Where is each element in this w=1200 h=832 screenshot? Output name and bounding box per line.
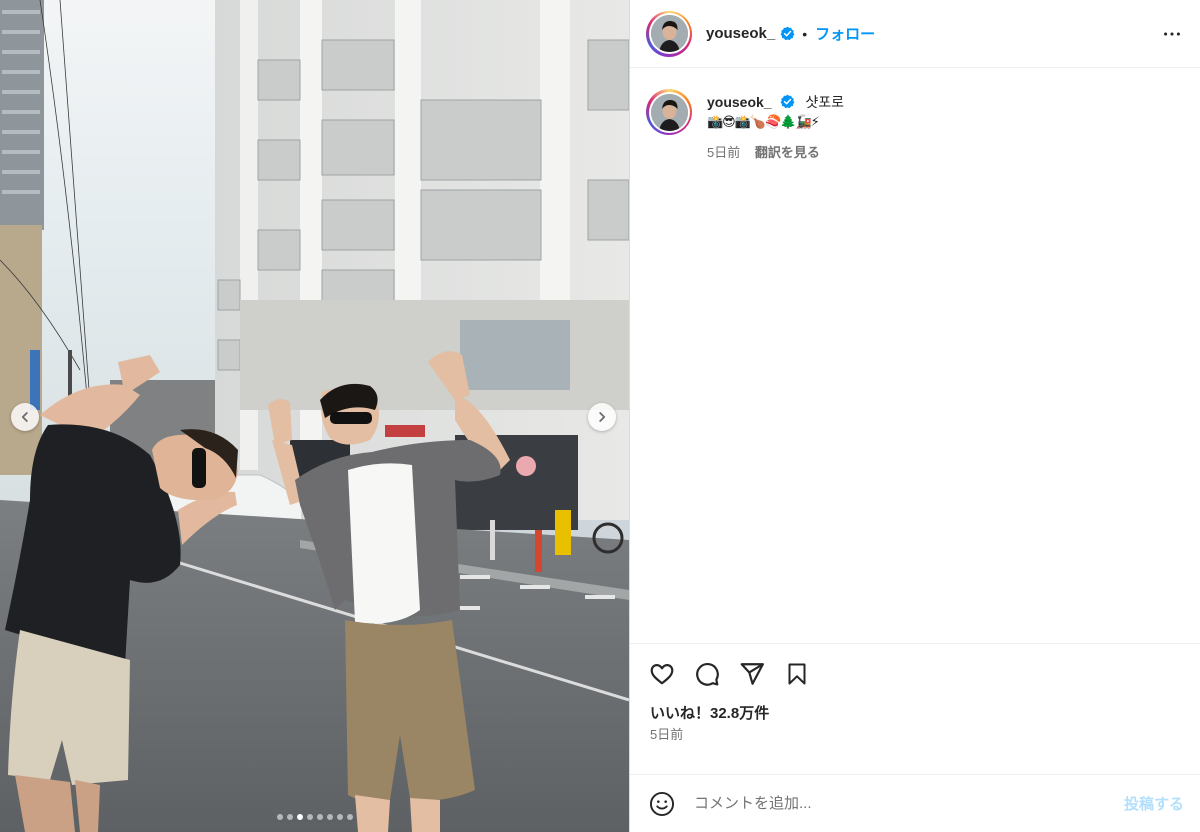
caption-time: 5日前: [707, 145, 741, 160]
caption-avatar[interactable]: [646, 89, 692, 135]
post-caption: youseok_ 샷포로 📸😎📸🍗🍣🌲🚂⚡ 5日前 翻訳を見る: [630, 68, 1200, 643]
verified-icon: [780, 26, 795, 41]
comment-bar: 投稿する: [630, 774, 1200, 832]
comment-button[interactable]: [693, 660, 721, 688]
post-date: 5日前: [650, 727, 684, 742]
post-comment-button[interactable]: 投稿する: [1124, 793, 1184, 814]
carousel-dot: [286, 814, 293, 820]
comment-icon: [696, 662, 719, 686]
avatar[interactable]: [646, 10, 692, 57]
share-icon: [740, 662, 764, 685]
bookmark-icon: [788, 663, 806, 684]
avatar-image: [650, 15, 688, 52]
post-sidebar: youseok_ • フォロー youseok_ 샷포로 📸😎📸🍗🍣🌲🚂⚡ 5日…: [629, 0, 1200, 832]
carousel-dot: [316, 814, 323, 820]
post-modal: youseok_ • フォロー youseok_ 샷포로 📸😎📸🍗🍣🌲🚂⚡ 5日…: [0, 0, 1200, 832]
verified-icon: [781, 94, 795, 109]
carousel-prev-button[interactable]: [11, 403, 39, 431]
comment-input[interactable]: [694, 795, 1124, 812]
caption-username[interactable]: youseok_: [707, 94, 772, 110]
caption-text: 샷포로: [805, 94, 845, 110]
carousel-dot: [296, 814, 303, 820]
carousel-dot: [276, 814, 283, 820]
post-media[interactable]: [0, 0, 629, 832]
chevron-right-icon: [599, 412, 606, 422]
more-options-icon: [1164, 31, 1180, 36]
carousel-next-button[interactable]: [588, 403, 616, 431]
carousel-dot: [306, 814, 313, 820]
action-bar: [630, 643, 1200, 703]
translate-link[interactable]: 翻訳を見る: [755, 145, 820, 160]
heart-icon: [650, 663, 674, 684]
post-photo: [0, 0, 629, 832]
more-options-button[interactable]: [1160, 22, 1184, 46]
avatar-image: [650, 93, 688, 131]
follow-button[interactable]: フォロー: [815, 23, 875, 44]
carousel-dot: [346, 814, 353, 820]
emoji-button[interactable]: [648, 790, 676, 818]
post-header: youseok_ • フォロー: [630, 0, 1200, 68]
header-separator: •: [802, 25, 808, 42]
share-button[interactable]: [738, 660, 766, 688]
emoji-icon: [649, 791, 675, 816]
carousel-dot: [326, 814, 333, 820]
chevron-left-icon: [21, 412, 28, 422]
caption-emojis: 📸😎📸🍗🍣🌲🚂⚡: [707, 114, 820, 129]
likes-count[interactable]: いいね！32.8万件: [630, 703, 1200, 725]
carousel-dot: [336, 814, 343, 820]
carousel-dots: [0, 814, 629, 820]
save-button[interactable]: [783, 660, 811, 688]
like-button[interactable]: [648, 660, 676, 688]
header-username[interactable]: youseok_: [706, 25, 775, 42]
